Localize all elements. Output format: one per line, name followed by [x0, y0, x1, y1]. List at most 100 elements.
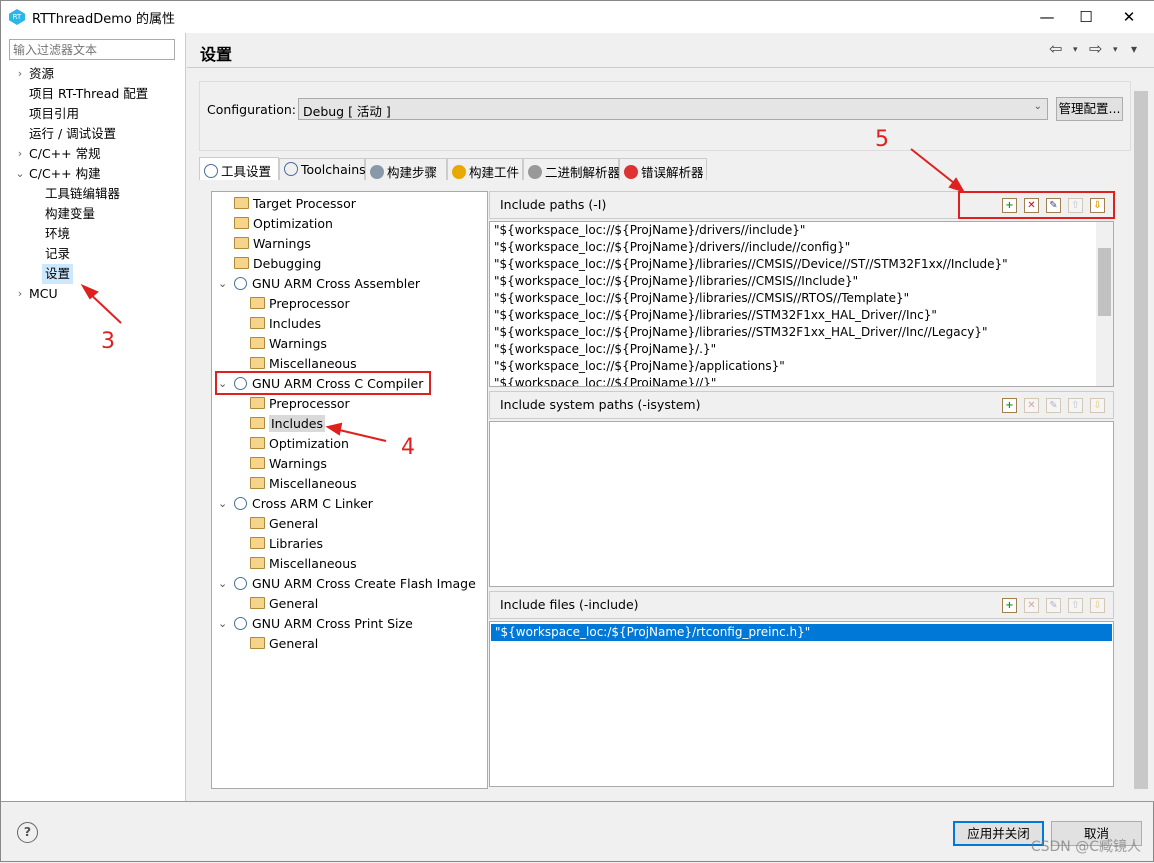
manage-configurations-button[interactable]: 管理配置...	[1056, 97, 1123, 121]
scrollbar-thumb[interactable]	[1098, 248, 1111, 316]
edit-icon[interactable]: ✎	[1046, 198, 1061, 213]
tree-item[interactable]: Warnings	[250, 334, 327, 354]
maximize-button[interactable]: ☐	[1074, 5, 1098, 29]
tree-item[interactable]: General	[250, 634, 318, 654]
tree-item[interactable]: Warnings	[234, 234, 311, 254]
option-folder-icon	[250, 317, 265, 329]
tree-item[interactable]: Miscellaneous	[250, 554, 357, 574]
chevron-down-icon[interactable]: ⌄	[218, 374, 227, 394]
nav-item[interactable]: 设置	[1, 264, 186, 284]
chevron-down-icon[interactable]: ⌄	[14, 164, 26, 184]
list-item[interactable]: "${workspace_loc://${ProjName}//}"	[490, 375, 1113, 386]
delete-icon[interactable]: ✕	[1024, 398, 1039, 413]
list-item[interactable]: "${workspace_loc://${ProjName}/drivers//…	[490, 222, 1113, 239]
add-icon[interactable]: +	[1002, 198, 1017, 213]
list-item[interactable]: "${workspace_loc://${ProjName}/libraries…	[490, 290, 1113, 307]
back-icon[interactable]: ⇦	[1049, 39, 1062, 58]
tree-item[interactable]: Includes	[250, 414, 326, 434]
configuration-select[interactable]: Debug [ 活动 ] ⌄	[298, 98, 1048, 120]
delete-icon[interactable]: ✕	[1024, 198, 1039, 213]
scrollbar-thumb[interactable]	[1134, 91, 1148, 789]
tab-build-steps[interactable]: 构建步骤	[365, 158, 447, 180]
tree-item[interactable]: Warnings	[250, 454, 327, 474]
tab-error-parser[interactable]: 错误解析器	[619, 158, 707, 180]
nav-panel: ›资源项目 RT-Thread 配置项目引用运行 / 调试设置›C/C++ 常规…	[1, 33, 186, 801]
tree-item[interactable]: General	[250, 594, 318, 614]
nav-item[interactable]: 工具链编辑器	[1, 184, 186, 204]
chevron-down-icon[interactable]: ⌄	[218, 274, 227, 294]
tree-item[interactable]: Includes	[250, 314, 321, 334]
minimize-button[interactable]: —	[1035, 5, 1059, 29]
edit-icon[interactable]: ✎	[1046, 398, 1061, 413]
tab-binary-parser[interactable]: 二进制解析器	[523, 158, 620, 180]
tree-item[interactable]: ⌄ GNU ARM Cross Print Size	[218, 614, 413, 634]
move-down-icon[interactable]: ⇩	[1090, 198, 1105, 213]
option-folder-icon	[250, 437, 265, 449]
list-item[interactable]: "${workspace_loc://${ProjName}/libraries…	[490, 324, 1113, 341]
tree-item[interactable]: ⌄ GNU ARM Cross Assembler	[218, 274, 420, 294]
tree-item[interactable]: Libraries	[250, 534, 323, 554]
move-down-icon[interactable]: ⇩	[1090, 398, 1105, 413]
tree-item-label: Preprocessor	[269, 396, 350, 411]
tree-item[interactable]: Optimization	[250, 434, 349, 454]
tree-item[interactable]: ⌄ GNU ARM Cross C Compiler	[218, 374, 423, 394]
list-item[interactable]: "${workspace_loc://${ProjName}/drivers//…	[490, 239, 1113, 256]
nav-item[interactable]: 运行 / 调试设置	[1, 124, 186, 144]
forward-icon[interactable]: ⇨	[1089, 39, 1102, 58]
tree-item-label: Miscellaneous	[269, 556, 357, 571]
back-menu-icon[interactable]: ▾	[1073, 45, 1078, 55]
tab-build-artifact[interactable]: 构建工件	[447, 158, 523, 180]
view-menu-icon[interactable]: ▾	[1131, 42, 1137, 56]
list-item[interactable]: "${workspace_loc://${ProjName}/libraries…	[490, 307, 1113, 324]
chevron-down-icon[interactable]: ⌄	[218, 574, 227, 594]
nav-item[interactable]: 记录	[1, 244, 186, 264]
tree-item[interactable]: General	[250, 514, 318, 534]
tab-tool-settings[interactable]: 工具设置	[199, 157, 279, 180]
tree-item[interactable]: Preprocessor	[250, 294, 350, 314]
help-icon[interactable]: ?	[17, 822, 38, 843]
chevron-right-icon[interactable]: ›	[14, 144, 26, 164]
nav-item[interactable]: 环境	[1, 224, 186, 244]
nav-item[interactable]: › 资源	[1, 64, 186, 84]
move-up-icon[interactable]: ⇧	[1068, 398, 1083, 413]
list-scrollbar[interactable]	[1096, 222, 1113, 386]
nav-item[interactable]: ⌄ C/C++ 构建	[1, 164, 186, 184]
nav-item[interactable]: › MCU	[1, 284, 186, 304]
page-scrollbar[interactable]	[1134, 79, 1148, 799]
tree-item[interactable]: Miscellaneous	[250, 354, 357, 374]
tree-item[interactable]: ⌄ Cross ARM C Linker	[218, 494, 373, 514]
nav-item[interactable]: 项目引用	[1, 104, 186, 124]
window-title: RTThreadDemo 的属性	[32, 12, 176, 27]
tree-item[interactable]: Debugging	[234, 254, 321, 274]
list-item[interactable]: "${workspace_loc:/${ProjName}/rtconfig_p…	[491, 624, 1112, 641]
chevron-down-icon[interactable]: ⌄	[218, 494, 227, 514]
chevron-right-icon[interactable]: ›	[14, 284, 26, 304]
chevron-down-icon[interactable]: ⌄	[218, 614, 227, 634]
edit-icon[interactable]: ✎	[1046, 598, 1061, 613]
tree-item[interactable]: Target Processor	[234, 194, 356, 214]
move-down-icon[interactable]: ⇩	[1090, 598, 1105, 613]
list-item[interactable]: "${workspace_loc://${ProjName}/libraries…	[490, 273, 1113, 290]
chevron-right-icon[interactable]: ›	[14, 64, 26, 84]
tree-item[interactable]: Miscellaneous	[250, 474, 357, 494]
close-button[interactable]: ✕	[1117, 5, 1141, 29]
tree-item[interactable]: Optimization	[234, 214, 333, 234]
move-up-icon[interactable]: ⇧	[1068, 598, 1083, 613]
add-icon[interactable]: +	[1002, 598, 1017, 613]
delete-icon[interactable]: ✕	[1024, 598, 1039, 613]
tree-item-label: Warnings	[269, 336, 327, 351]
nav-item[interactable]: 项目 RT-Thread 配置	[1, 84, 186, 104]
move-up-icon[interactable]: ⇧	[1068, 198, 1083, 213]
nav-item[interactable]: 构建变量	[1, 204, 186, 224]
filter-input[interactable]	[9, 39, 175, 60]
nav-item[interactable]: › C/C++ 常规	[1, 144, 186, 164]
list-item[interactable]: "${workspace_loc://${ProjName}/applicati…	[490, 358, 1113, 375]
add-icon[interactable]: +	[1002, 398, 1017, 413]
list-item[interactable]: "${workspace_loc://${ProjName}/libraries…	[490, 256, 1113, 273]
list-item[interactable]: "${workspace_loc://${ProjName}/.}"	[490, 341, 1113, 358]
forward-menu-icon[interactable]: ▾	[1113, 45, 1118, 55]
tree-item[interactable]: Preprocessor	[250, 394, 350, 414]
tree-item[interactable]: ⌄ GNU ARM Cross Create Flash Image	[218, 574, 476, 594]
option-folder-icon	[250, 537, 265, 549]
tab-toolchains[interactable]: Toolchains	[279, 158, 366, 180]
